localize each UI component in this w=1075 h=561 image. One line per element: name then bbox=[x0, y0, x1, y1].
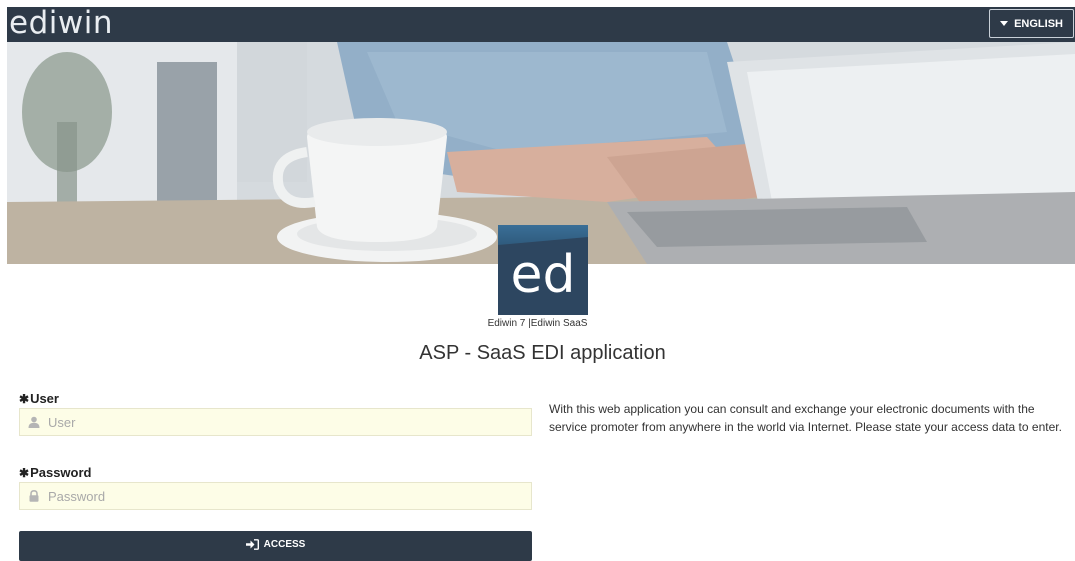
password-field[interactable] bbox=[19, 482, 532, 510]
brand-logo-text: ediwin bbox=[9, 5, 113, 41]
intro-description: With this web application you can consul… bbox=[549, 402, 1062, 434]
version-caption: Ediwin 7 |Ediwin SaaS bbox=[487, 318, 588, 329]
sign-in-icon bbox=[245, 539, 259, 550]
required-asterisk: ✱ bbox=[19, 392, 30, 406]
ediwin-logo: ed bbox=[498, 225, 588, 315]
access-button-label: ACCESS bbox=[263, 539, 306, 550]
logo-stripe bbox=[498, 225, 588, 245]
user-field[interactable] bbox=[19, 408, 532, 436]
password-label: ✱Password bbox=[19, 465, 91, 480]
language-label: ENGLISH bbox=[1014, 17, 1063, 30]
required-asterisk: ✱ bbox=[19, 466, 30, 480]
caret-down-icon bbox=[1000, 21, 1009, 26]
user-label: ✱User bbox=[19, 391, 59, 406]
access-button[interactable]: ACCESS bbox=[19, 531, 532, 561]
user-input[interactable] bbox=[48, 414, 518, 430]
user-icon bbox=[28, 416, 40, 428]
password-label-text: Password bbox=[30, 465, 92, 480]
password-input[interactable] bbox=[48, 488, 518, 504]
lock-icon bbox=[29, 490, 39, 502]
user-label-text: User bbox=[30, 391, 59, 406]
page-title: ASP - SaaS EDI application bbox=[419, 342, 666, 364]
logo-text: ed bbox=[510, 245, 576, 305]
language-dropdown-button[interactable]: ENGLISH bbox=[989, 9, 1074, 38]
top-navbar: ediwin ENGLISH bbox=[7, 5, 1075, 42]
